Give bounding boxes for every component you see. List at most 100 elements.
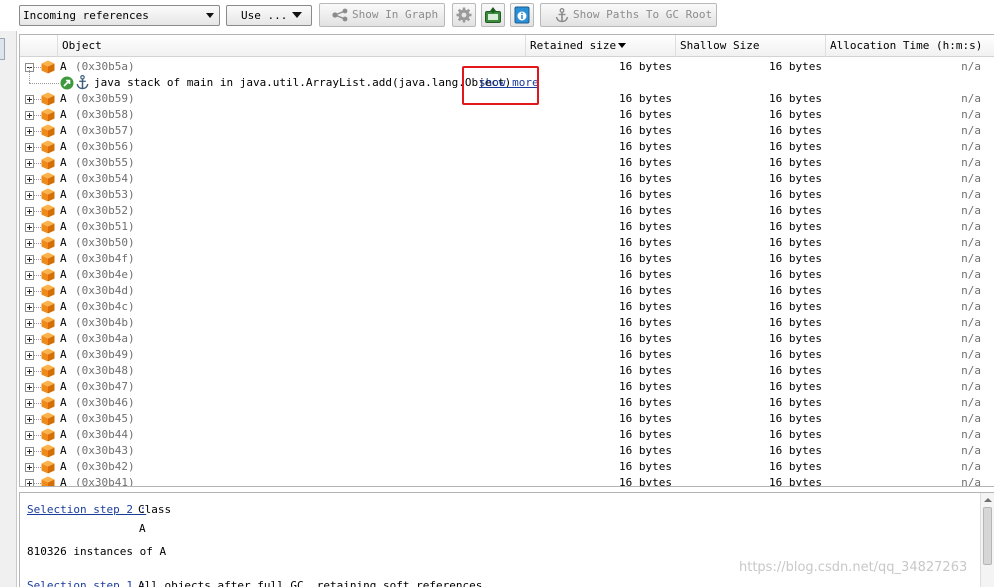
object-cube-icon <box>41 172 55 186</box>
table-row[interactable]: A (0x30b56) 16 bytes 16 bytes n/a <box>20 139 994 155</box>
references-combo[interactable]: Incoming references <box>19 5 220 26</box>
expand-icon[interactable] <box>25 463 34 472</box>
show-paths-to-gc-root-button[interactable]: Show Paths To GC Root <box>540 3 717 27</box>
object-address: (0x30b4a) <box>75 332 135 345</box>
tree-connector <box>34 291 41 292</box>
object-address: (0x30b54) <box>75 172 135 185</box>
allocation-time-cell: n/a <box>961 444 981 457</box>
shallow-size-cell: 16 bytes <box>769 284 822 297</box>
column-header-object[interactable]: Object <box>57 35 525 57</box>
references-table: Object Retained size Shallow Size Alloca… <box>19 34 994 487</box>
object-cube-icon <box>41 476 55 486</box>
table-row[interactable]: A (0x30b53) 16 bytes 16 bytes n/a <box>20 187 994 203</box>
table-row[interactable]: A (0x30b42) 16 bytes 16 bytes n/a <box>20 459 994 475</box>
stack-reference-text: java stack of main in java.util.ArrayLis… <box>94 76 512 89</box>
column-header-retained-size[interactable]: Retained size <box>525 35 675 57</box>
table-row[interactable]: A (0x30b47) 16 bytes 16 bytes n/a <box>20 379 994 395</box>
selection-step-1-value: All objects after full GC, retaining sof… <box>138 579 483 587</box>
retained-size-cell: 16 bytes <box>619 220 672 233</box>
expand-icon[interactable] <box>25 239 34 248</box>
expand-icon[interactable] <box>25 303 34 312</box>
scrollbar-thumb[interactable] <box>983 507 992 565</box>
expand-icon[interactable] <box>25 95 34 104</box>
object-address: (0x30b49) <box>75 348 135 361</box>
anchor-icon <box>76 75 89 90</box>
column-header-allocation-time[interactable]: Allocation Time (h:m:s) <box>825 35 994 57</box>
expand-icon[interactable] <box>25 159 34 168</box>
table-row[interactable]: A (0x30b46) 16 bytes 16 bytes n/a <box>20 395 994 411</box>
expand-icon[interactable] <box>25 415 34 424</box>
settings-button[interactable] <box>452 3 476 27</box>
table-row[interactable]: A (0x30b57) 16 bytes 16 bytes n/a <box>20 123 994 139</box>
expand-icon[interactable] <box>25 255 34 264</box>
expand-icon[interactable] <box>25 383 34 392</box>
table-row[interactable]: A (0x30b4e) 16 bytes 16 bytes n/a <box>20 267 994 283</box>
object-cube-icon <box>41 236 55 250</box>
expand-icon[interactable] <box>25 479 34 486</box>
retained-size-cell: 16 bytes <box>619 300 672 313</box>
column-header-shallow-size[interactable]: Shallow Size <box>675 35 825 57</box>
expand-icon[interactable] <box>25 335 34 344</box>
expand-icon[interactable] <box>25 111 34 120</box>
shallow-size-cell: 16 bytes <box>769 364 822 377</box>
table-row[interactable]: A (0x30b55) 16 bytes 16 bytes n/a <box>20 155 994 171</box>
expand-icon[interactable] <box>25 223 34 232</box>
expand-icon[interactable] <box>25 431 34 440</box>
side-tab-marker[interactable] <box>0 38 5 60</box>
expand-icon[interactable] <box>25 191 34 200</box>
object-name: A <box>60 380 67 393</box>
object-name: A <box>60 156 67 169</box>
table-row[interactable]: A (0x30b58) 16 bytes 16 bytes n/a <box>20 107 994 123</box>
table-row[interactable]: A (0x30b52) 16 bytes 16 bytes n/a <box>20 203 994 219</box>
shallow-size-cell: 16 bytes <box>769 476 822 487</box>
selection-step-2-link[interactable]: Selection step 2 : <box>27 503 146 516</box>
object-cube-icon <box>41 284 55 298</box>
table-row[interactable]: A (0x30b50) 16 bytes 16 bytes n/a <box>20 235 994 251</box>
toolbar: Incoming references Use ... Show In Grap… <box>0 0 994 31</box>
tree-connector <box>34 275 41 276</box>
expand-icon[interactable] <box>25 143 34 152</box>
info-icon <box>514 6 530 24</box>
use-combo[interactable]: Use ... <box>226 5 312 26</box>
expand-icon[interactable] <box>25 207 34 216</box>
retained-size-cell: 16 bytes <box>619 204 672 217</box>
object-name: A <box>60 140 67 153</box>
table-row[interactable]: A (0x30b44) 16 bytes 16 bytes n/a <box>20 427 994 443</box>
table-row[interactable]: A (0x30b4c) 16 bytes 16 bytes n/a <box>20 299 994 315</box>
expand-icon[interactable] <box>25 447 34 456</box>
gear-icon <box>456 7 472 23</box>
object-address: (0x30b4c) <box>75 300 135 313</box>
export-button[interactable] <box>481 3 505 27</box>
table-row[interactable]: A (0x30b41) 16 bytes 16 bytes n/a <box>20 475 994 487</box>
retained-size-cell: 16 bytes <box>619 444 672 457</box>
expand-icon[interactable] <box>25 287 34 296</box>
table-row[interactable]: A (0x30b4f) 16 bytes 16 bytes n/a <box>20 251 994 267</box>
expand-icon[interactable] <box>25 271 34 280</box>
table-row[interactable]: A (0x30b48) 16 bytes 16 bytes n/a <box>20 363 994 379</box>
table-row[interactable]: A (0x30b4a) 16 bytes 16 bytes n/a <box>20 331 994 347</box>
table-row[interactable]: A (0x30b51) 16 bytes 16 bytes n/a <box>20 219 994 235</box>
expand-icon[interactable] <box>25 351 34 360</box>
object-address: (0x30b41) <box>75 476 135 487</box>
info-button[interactable] <box>510 3 534 27</box>
table-row[interactable]: A (0x30b43) 16 bytes 16 bytes n/a <box>20 443 994 459</box>
expand-icon[interactable] <box>25 127 34 136</box>
selection-step-1-link[interactable]: Selection step 1 : <box>27 579 146 587</box>
table-row[interactable]: A (0x30b4d) 16 bytes 16 bytes n/a <box>20 283 994 299</box>
table-row[interactable]: A (0x30b54) 16 bytes 16 bytes n/a <box>20 171 994 187</box>
expand-icon[interactable] <box>25 319 34 328</box>
expand-icon[interactable] <box>25 367 34 376</box>
allocation-time-cell: n/a <box>961 140 981 153</box>
allocation-time-cell: n/a <box>961 316 981 329</box>
vertical-scrollbar[interactable] <box>980 493 994 587</box>
table-row[interactable]: A (0x30b49) 16 bytes 16 bytes n/a <box>20 347 994 363</box>
expand-icon[interactable] <box>25 175 34 184</box>
object-address: (0x30b45) <box>75 412 135 425</box>
table-row[interactable]: A (0x30b45) 16 bytes 16 bytes n/a <box>20 411 994 427</box>
scroll-up-icon[interactable] <box>984 498 992 502</box>
expand-icon[interactable] <box>25 399 34 408</box>
show-in-graph-button[interactable]: Show In Graph <box>319 3 445 27</box>
table-row[interactable]: A (0x30b4b) 16 bytes 16 bytes n/a <box>20 315 994 331</box>
table-row[interactable]: A (0x30b59) 16 bytes 16 bytes n/a <box>20 91 994 107</box>
allocation-time-cell: n/a <box>961 236 981 249</box>
